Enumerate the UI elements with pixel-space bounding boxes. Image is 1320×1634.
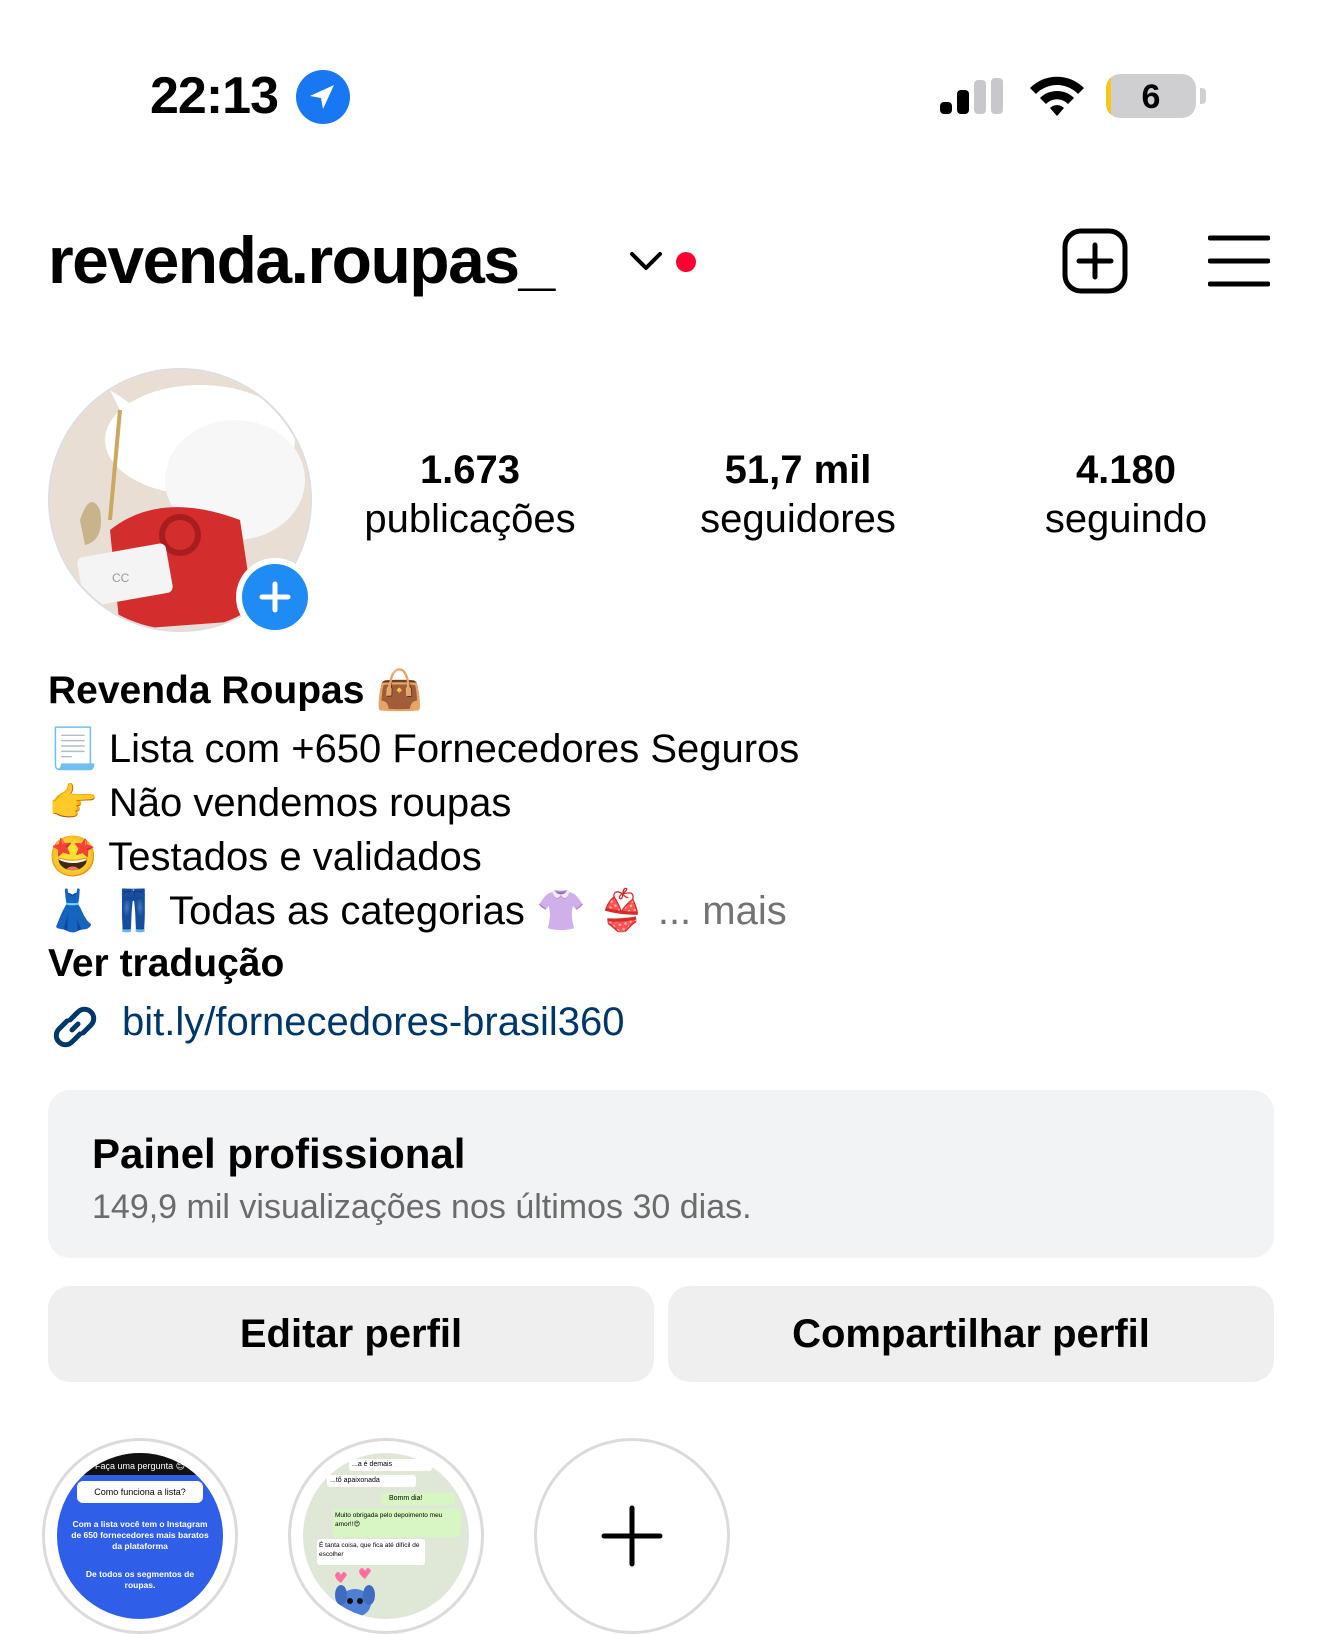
stat-followers[interactable]: 51,7 mil seguidores bbox=[648, 446, 948, 544]
highlight-answer: Com a lista você tem o Instagram de 650 … bbox=[71, 1519, 209, 1551]
highlight-question: Como funciona a lista? bbox=[77, 1481, 203, 1503]
stat-posts-value: 1.673 bbox=[419, 448, 521, 492]
chat-bubble: É tanta coisa, que fica até difícil de e… bbox=[317, 1539, 425, 1565]
battery-nub bbox=[1200, 88, 1206, 104]
story-highlight[interactable]: Faça uma pergunta 😊 Como funciona a list… bbox=[42, 1438, 238, 1634]
new-highlight-button[interactable] bbox=[534, 1438, 730, 1634]
stat-posts[interactable]: 1.673 publicações bbox=[320, 446, 620, 544]
edit-profile-button[interactable]: Editar perfil bbox=[48, 1286, 654, 1382]
profile-username[interactable]: revenda.roupas_ bbox=[48, 222, 555, 298]
bio-line: 👗 👖 Todas as categorias 👚 👙 ... mais bbox=[48, 884, 787, 938]
profile-display-name: Revenda Roupas 👜 bbox=[48, 669, 424, 712]
bio-line: 👉 Não vendemos roupas bbox=[48, 781, 512, 825]
battery-level: 6 bbox=[1141, 78, 1161, 116]
bio-link[interactable]: bit.ly/fornecedores-brasil360 bbox=[122, 1000, 624, 1045]
highlight-top-text: Faça uma pergunta 😊 bbox=[95, 1461, 185, 1471]
link-icon bbox=[48, 1000, 102, 1054]
bio-line: 📃 Lista com +650 Fornecedores Seguros bbox=[48, 727, 800, 771]
professional-dashboard[interactable]: Painel profissional 149,9 mil visualizaç… bbox=[48, 1090, 1274, 1258]
status-time: 22:13 bbox=[150, 67, 279, 125]
panel-title: Painel profissional bbox=[92, 1130, 466, 1177]
hamburger-menu-icon[interactable] bbox=[1207, 232, 1271, 290]
panel-subtitle: 149,9 mil visualizações nos últimos 30 d… bbox=[92, 1188, 752, 1226]
add-story-button[interactable] bbox=[236, 558, 314, 636]
stat-followers-label: seguidores bbox=[700, 497, 896, 541]
cellular-signal-icon bbox=[940, 78, 1006, 120]
bio-line-text: 👗 👖 Todas as categorias 👚 👙 bbox=[48, 889, 647, 933]
bio-more-link[interactable]: ... mais bbox=[647, 889, 787, 933]
sticker-image bbox=[335, 1568, 375, 1617]
add-post-icon[interactable] bbox=[1062, 228, 1128, 294]
location-arrow-icon bbox=[296, 70, 350, 124]
stat-following-label: seguindo bbox=[1044, 497, 1208, 541]
stat-followers-value: 51,7 mil bbox=[724, 448, 872, 492]
chevron-down-icon[interactable] bbox=[628, 248, 664, 274]
stat-posts-label: publicações bbox=[364, 497, 576, 541]
battery-indicator: 6 bbox=[1106, 74, 1196, 118]
stat-following-value: 4.180 bbox=[1075, 448, 1177, 492]
highlight-answer: De todos os segmentos de roupas. bbox=[85, 1569, 195, 1590]
story-highlight[interactable]: ...a é demais ...tô apaixonada Bomm dia!… bbox=[288, 1438, 484, 1634]
stat-following[interactable]: 4.180 seguindo bbox=[976, 446, 1276, 544]
chat-bubble: Muito obrigada pelo depoimento meu amor!… bbox=[333, 1509, 461, 1537]
see-translation-link[interactable]: Ver tradução bbox=[48, 942, 284, 986]
svg-text:CC: CC bbox=[112, 571, 130, 585]
chat-bubble: Bomm dia! bbox=[381, 1493, 455, 1505]
chat-bubble: ...a é demais bbox=[349, 1459, 432, 1471]
plus-icon bbox=[601, 1505, 663, 1567]
wifi-icon bbox=[1026, 74, 1088, 120]
share-profile-button[interactable]: Compartilhar perfil bbox=[668, 1286, 1274, 1382]
bio-line: 🤩 Testados e validados bbox=[48, 835, 482, 879]
notification-dot bbox=[676, 252, 696, 272]
chat-bubble: ...tô apaixonada bbox=[327, 1475, 416, 1487]
